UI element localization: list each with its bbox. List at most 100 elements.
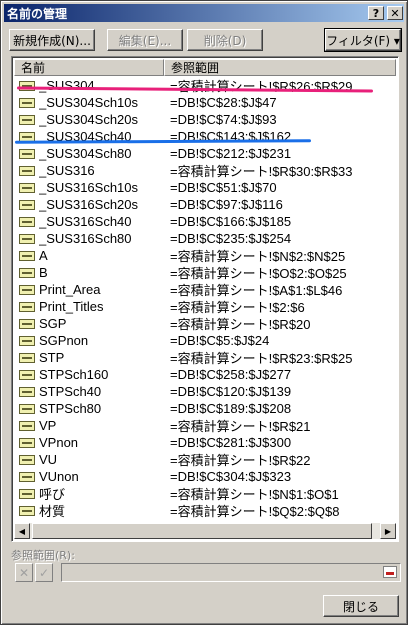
horizontal-scrollbar[interactable]: ◀ ▶ [14, 523, 396, 539]
named-range-icon [19, 199, 35, 210]
edit-button[interactable]: 編集(E)... [107, 29, 183, 51]
named-range-icon [19, 420, 35, 431]
list-item[interactable]: 呼び =容積計算シート!$N$1:$O$1 [14, 485, 396, 502]
range-reference: =容積計算シート!$Q$2:$Q$8 [170, 504, 340, 519]
range-name: _SUS316Sch20s [39, 197, 139, 212]
range-reference: =DB!$C$304:$J$323 [170, 469, 292, 484]
list-item[interactable]: Print_Area =容積計算シート!$A$1:$L$46 [14, 281, 396, 298]
named-range-icon [19, 233, 35, 244]
list-item[interactable]: VP =容積計算シート!$R$21 [14, 417, 396, 434]
named-range-icon [19, 216, 35, 227]
range-name: STPSch40 [39, 384, 102, 399]
close-title-button[interactable]: ✕ [387, 6, 403, 20]
range-reference: =DB!$C$281:$J$300 [170, 435, 292, 450]
range-reference: =DB!$C$120:$J$139 [170, 384, 292, 399]
range-reference: =DB!$C$166:$J$185 [170, 214, 292, 229]
range-name: A [39, 248, 48, 263]
named-range-icon [19, 352, 35, 363]
list-item[interactable]: A =容積計算シート!$N$2:$N$25 [14, 247, 396, 264]
help-button[interactable]: ? [368, 6, 384, 20]
list-item[interactable]: _SUS304Sch10s =DB!$C$28:$J$47 [14, 94, 396, 111]
title-bar[interactable]: 名前の管理 ? ✕ [4, 4, 404, 22]
scroll-track[interactable] [30, 523, 380, 539]
range-name: _SUS304 [39, 78, 95, 93]
range-name: B [39, 265, 48, 280]
named-range-icon [19, 114, 35, 125]
list-item[interactable]: _SUS304Sch80 =DB!$C$212:$J$231 [14, 145, 396, 162]
list-item[interactable]: _SUS316 =容積計算シート!$R$30:$R$33 [14, 162, 396, 179]
ref-range-label: 参照範囲(R): [11, 549, 75, 562]
range-reference: =DB!$C$258:$J$277 [170, 367, 292, 382]
new-button[interactable]: 新規作成(N)... [9, 29, 95, 51]
names-list[interactable]: 名前 参照範囲 _SUS304 =容積計算シート!$R$26:$R$29 _SUS3… [11, 56, 399, 542]
ref-range-input[interactable] [61, 563, 401, 582]
named-range-icon [19, 318, 35, 329]
scroll-right-icon[interactable]: ▶ [380, 523, 396, 539]
range-reference: =容積計算シート!$R$23:$R$25 [170, 351, 353, 366]
named-range-icon [19, 437, 35, 448]
name-manager-dialog: 名前の管理 ? ✕ 新規作成(N)... 編集(E)... 削除(D) フィルタ… [0, 0, 408, 625]
list-item[interactable]: _SUS316Sch10s =DB!$C$51:$J$70 [14, 179, 396, 196]
range-reference: =容積計算シート!$R$22 [170, 453, 311, 468]
named-range-icon [19, 97, 35, 108]
range-name: STPSch160 [39, 367, 109, 382]
scroll-left-icon[interactable]: ◀ [14, 523, 30, 539]
dialog-title: 名前の管理 [7, 6, 68, 21]
list-header: 名前 参照範囲 [14, 59, 396, 76]
cancel-edit-button[interactable]: ✕ [15, 563, 33, 582]
range-name: STP [39, 350, 65, 365]
list-item[interactable]: 材質 =容積計算シート!$Q$2:$Q$8 [14, 502, 396, 519]
range-name: SGP [39, 316, 67, 331]
list-item[interactable]: Print_Titles =容積計算シート!$2:$6 [14, 298, 396, 315]
confirm-edit-button[interactable]: ✓ [35, 563, 53, 582]
list-item[interactable]: _SUS316Sch40 =DB!$C$166:$J$185 [14, 213, 396, 230]
range-reference: =DB!$C$74:$J$93 [170, 112, 277, 127]
range-name: _SUS304Sch80 [39, 146, 132, 161]
named-range-icon [19, 250, 35, 261]
delete-button[interactable]: 削除(D) [187, 29, 263, 51]
named-range-icon [19, 284, 35, 295]
named-range-icon [19, 488, 35, 499]
list-item[interactable]: SGP =容積計算シート!$R$20 [14, 315, 396, 332]
named-range-icon [19, 454, 35, 465]
filter-button[interactable]: フィルタ(F) ▾ [324, 28, 402, 52]
named-range-icon [19, 403, 35, 414]
list-item[interactable]: B =容積計算シート!$O$2:$O$25 [14, 264, 396, 281]
named-range-icon [19, 335, 35, 346]
column-header-ref[interactable]: 参照範囲 [164, 59, 396, 76]
list-item[interactable]: _SUS316Sch20s =DB!$C$97:$J$116 [14, 196, 396, 213]
named-range-icon [19, 505, 35, 516]
range-reference: =容積計算シート!$R$21 [170, 419, 311, 434]
range-name: _SUS316 [39, 163, 95, 178]
toolbar: 新規作成(N)... 編集(E)... 削除(D) フィルタ(F) ▾ [9, 28, 402, 53]
named-range-icon [19, 386, 35, 397]
named-range-icon [19, 148, 35, 159]
scroll-thumb[interactable] [32, 523, 372, 539]
list-item[interactable]: _SUS316Sch80 =DB!$C$235:$J$254 [14, 230, 396, 247]
range-reference: =DB!$C$235:$J$254 [170, 231, 292, 246]
list-item[interactable]: SGPnon =DB!$C$5:$J$24 [14, 332, 396, 349]
range-reference: =DB!$C$189:$J$208 [170, 401, 292, 416]
range-name: _SUS316Sch80 [39, 231, 132, 246]
named-range-icon [19, 369, 35, 380]
list-item[interactable]: VU =容積計算シート!$R$22 [14, 451, 396, 468]
range-reference: =DB!$C$97:$J$116 [170, 197, 283, 212]
range-reference: =DB!$C$212:$J$231 [170, 146, 292, 161]
list-item[interactable]: STP =容積計算シート!$R$23:$R$25 [14, 349, 396, 366]
list-item[interactable]: _SUS304Sch20s =DB!$C$74:$J$93 [14, 111, 396, 128]
range-name: VPnon [39, 435, 79, 450]
range-name: Print_Area [39, 282, 101, 297]
range-reference: =DB!$C$51:$J$70 [170, 180, 277, 195]
close-button[interactable]: 閉じる [323, 595, 399, 617]
range-name: _SUS316Sch40 [39, 214, 132, 229]
range-name: VUnon [39, 469, 79, 484]
list-item[interactable]: STPSch80 =DB!$C$189:$J$208 [14, 400, 396, 417]
range-name: _SUS304Sch10s [39, 95, 139, 110]
list-item[interactable]: STPSch40 =DB!$C$120:$J$139 [14, 383, 396, 400]
column-header-name[interactable]: 名前 [14, 59, 164, 76]
list-item[interactable]: VUnon =DB!$C$304:$J$323 [14, 468, 396, 485]
list-item[interactable]: STPSch160 =DB!$C$258:$J$277 [14, 366, 396, 383]
collapse-dialog-icon[interactable] [383, 566, 397, 578]
list-item[interactable]: VPnon =DB!$C$281:$J$300 [14, 434, 396, 451]
range-name: STPSch80 [39, 401, 102, 416]
